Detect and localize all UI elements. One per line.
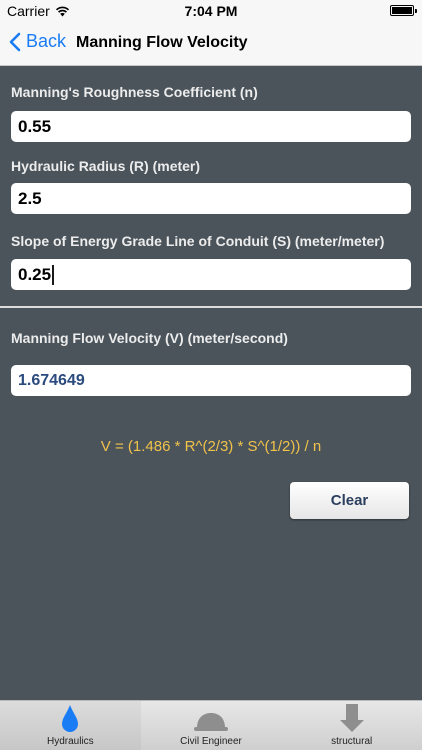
roughness-coefficient-input[interactable]: 0.55 — [11, 111, 411, 142]
flow-velocity-output[interactable]: 1.674649 — [11, 365, 411, 396]
back-button[interactable]: Back — [9, 31, 66, 52]
building-icon — [339, 704, 364, 732]
navigation-bar: Back Manning Flow Velocity — [0, 22, 422, 66]
hydraulic-radius-input[interactable]: 2.5 — [11, 183, 411, 214]
section-divider — [0, 306, 422, 308]
tab-hydraulics-label: Hydraulics — [46, 736, 94, 747]
flow-velocity-label: Manning Flow Velocity (V) (meter/second) — [11, 330, 288, 346]
hydraulic-radius-label: Hydraulic Radius (R) (meter) — [11, 158, 201, 174]
slope-label: Slope of Energy Grade Line of Conduit (S… — [11, 233, 385, 249]
tab-civil-engineer-label: Civil Engineer — [180, 736, 242, 747]
flow-velocity-value: 1.674649 — [18, 371, 85, 389]
clear-button[interactable]: Clear — [290, 482, 409, 519]
water-drop-icon — [62, 705, 79, 732]
status-time: 7:04 PM — [184, 3, 238, 19]
roughness-coefficient-value: 0.55 — [18, 116, 52, 136]
page-title: Manning Flow Velocity — [76, 34, 248, 51]
tab-hydraulics[interactable]: Hydraulics — [0, 701, 141, 750]
status-bar: Carrier 7:04 PM — [0, 0, 422, 22]
back-label: Back — [26, 31, 67, 51]
slope-input[interactable]: 0.25 — [11, 259, 411, 290]
roughness-coefficient-label: Manning's Roughness Coefficient (n) — [11, 84, 258, 100]
slope-value: 0.25 — [18, 264, 52, 284]
hard-hat-icon — [194, 713, 228, 731]
tab-bar: Hydraulics Civil Engineer structural — [0, 700, 422, 750]
chevron-left-icon — [9, 32, 21, 51]
tab-structural[interactable]: structural — [281, 701, 422, 750]
hydraulic-radius-value: 2.5 — [18, 188, 42, 208]
battery-icon — [390, 5, 417, 16]
tab-civil-engineer[interactable]: Civil Engineer — [141, 701, 282, 750]
tab-structural-label: structural — [331, 736, 373, 747]
text-cursor — [52, 264, 54, 285]
formula-text: V = (1.486 * R^(2/3) * S^(1/2)) / n — [100, 438, 322, 455]
